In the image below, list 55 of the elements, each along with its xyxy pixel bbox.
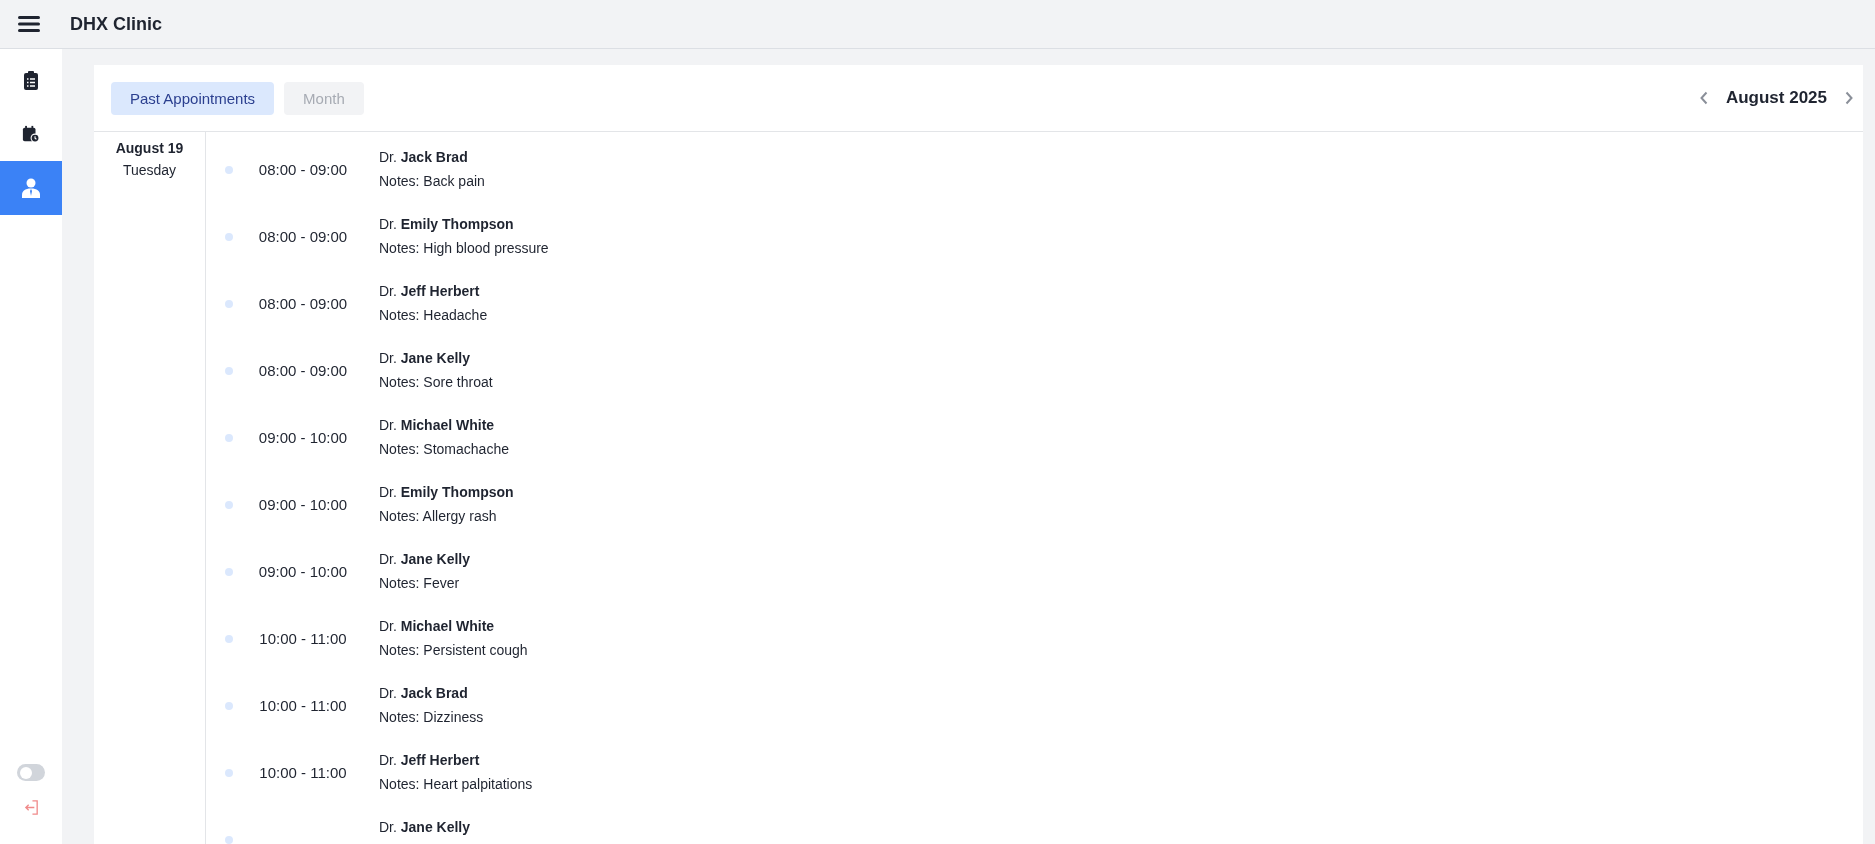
doctor-name: Dr. Jeff Herbert: [379, 752, 481, 768]
event-notes: Notes: Headache: [379, 307, 488, 323]
event-time: 09:00 - 10:00: [257, 562, 349, 582]
event-dot: [225, 233, 233, 241]
chevron-left-icon[interactable]: [1699, 91, 1708, 105]
doctor-name: Dr. Jeff Herbert: [379, 283, 481, 299]
event-time: 10:00 - 11:00: [258, 763, 348, 783]
event-dot: [225, 501, 233, 509]
event-notes: Notes: Back pain: [379, 173, 485, 189]
event-notes: Notes: Dizziness: [379, 709, 484, 725]
chevron-right-icon[interactable]: [1845, 91, 1853, 105]
event-notes: Notes: Fever: [379, 575, 461, 591]
event-dot: [225, 434, 233, 442]
event-dot: [225, 166, 233, 174]
clipboard-icon: [22, 70, 40, 90]
day-date: August 19: [115, 140, 184, 156]
calendar-clock-icon: [22, 124, 40, 144]
event-notes: Notes: Sore throat: [379, 374, 493, 390]
theme-toggle[interactable]: [17, 764, 45, 781]
event-notes: Notes: Heart palpitations: [379, 776, 533, 792]
doctor-name: Dr. Emily Thompson: [379, 216, 515, 232]
event-dot: [225, 769, 233, 777]
event-time: 09:00 - 10:00: [257, 495, 349, 515]
app-title: DHX Clinic: [70, 13, 162, 35]
doctor-name: Dr. Michael White: [379, 417, 496, 433]
doctor-icon: [22, 178, 40, 198]
event-dot: [225, 836, 233, 844]
event-dot: [225, 300, 233, 308]
event-notes: Notes: Allergy rash: [379, 508, 498, 524]
event-time: 10:00 - 11:00: [258, 696, 348, 716]
event-time: 08:00 - 09:00: [257, 227, 349, 247]
day-weekday: Tuesday: [122, 162, 177, 178]
doctor-name: Dr. Emily Thompson: [379, 484, 514, 500]
event-dot: [225, 635, 233, 643]
event-notes: Notes: Stomachache: [379, 441, 509, 457]
doctor-name: Dr. Jack Brad: [379, 149, 469, 165]
doctor-name: Dr. Jane Kelly: [379, 819, 471, 835]
event-dot: [225, 367, 233, 375]
event-dot: [225, 702, 233, 710]
menu-icon[interactable]: [18, 15, 40, 33]
event-time: 08:00 - 09:00: [257, 294, 349, 314]
period-label: August 2025: [1725, 88, 1827, 108]
event-time: 08:00 - 09:00: [257, 361, 349, 381]
doctor-name: Dr. Jane Kelly: [379, 350, 472, 366]
logout-icon[interactable]: [22, 799, 40, 816]
event-dot: [225, 568, 233, 576]
event-notes: Notes: Persistent cough: [379, 642, 528, 658]
event-time: 09:00 - 10:00: [257, 428, 349, 448]
doctor-name: Dr. Michael White: [379, 618, 496, 634]
doctor-name: Dr. Jack Brad: [379, 685, 469, 701]
event-time: 08:00 - 09:00: [257, 160, 349, 180]
event-time: 10:00 - 11:00: [258, 629, 348, 649]
view-tab[interactable]: Past Appointments: [111, 81, 275, 115]
event-notes: Notes: High blood pressure: [379, 240, 549, 256]
doctor-name: Dr. Jane Kelly: [379, 551, 471, 567]
